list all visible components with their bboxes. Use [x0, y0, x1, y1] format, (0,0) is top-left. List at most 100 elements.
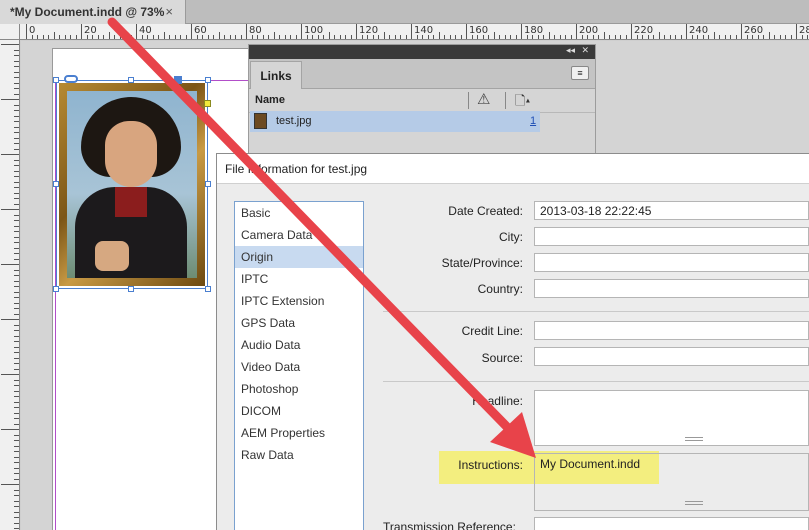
link-page-number[interactable]: 1 — [530, 115, 536, 127]
resize-handle-w[interactable] — [53, 181, 59, 187]
headline-field[interactable] — [534, 390, 809, 446]
ruler-tick — [521, 24, 522, 39]
ruler-tick — [631, 24, 632, 39]
resize-handle-n[interactable] — [128, 77, 134, 83]
close-icon[interactable]: × — [165, 4, 173, 19]
links-column-header: Name ⚠ 🗋▴ — [249, 89, 595, 113]
category-dicom[interactable]: DICOM — [235, 400, 363, 422]
source-field[interactable] — [534, 347, 809, 366]
instructions-field[interactable]: My Document.indd — [534, 453, 809, 511]
corner-options-handle[interactable] — [204, 100, 211, 107]
ruler-tick — [466, 24, 467, 39]
category-origin[interactable]: Origin — [235, 246, 363, 268]
portrait-face — [105, 121, 157, 187]
resize-handle-e[interactable] — [205, 181, 211, 187]
transmission-reference-field[interactable] — [534, 517, 809, 530]
ruler-tick — [400, 35, 401, 39]
document-tab[interactable]: *My Document.indd @ 73% × — [0, 0, 186, 24]
resize-handle-ne[interactable] — [205, 77, 211, 83]
dialog-titlebar[interactable]: File Information for test.jpg — [217, 154, 809, 184]
ruler-tick — [14, 280, 19, 282]
category-video-data[interactable]: Video Data — [235, 356, 363, 378]
resize-grip-icon[interactable] — [685, 437, 703, 441]
ruler-tick — [14, 346, 19, 348]
column-divider[interactable] — [468, 92, 469, 109]
category-iptc[interactable]: IPTC — [235, 268, 363, 290]
date-created-field[interactable] — [534, 201, 809, 220]
ruler-tick — [14, 231, 19, 232]
ruler-tick — [1, 319, 19, 320]
tab-links[interactable]: Links — [250, 61, 302, 89]
state-province-field[interactable] — [534, 253, 809, 272]
ruler-tick — [103, 35, 104, 39]
ruler-tick — [576, 24, 577, 39]
column-divider[interactable] — [505, 92, 506, 109]
category-photoshop[interactable]: Photoshop — [235, 378, 363, 400]
ruler-tick — [14, 500, 19, 502]
city-field[interactable] — [534, 227, 809, 246]
ruler-tick — [625, 35, 627, 39]
ruler-tick — [449, 35, 451, 39]
ruler-tick — [14, 379, 19, 381]
resize-handle-s[interactable] — [128, 286, 134, 292]
ruler-tick — [92, 35, 93, 39]
category-iptc-extension[interactable]: IPTC Extension — [235, 290, 363, 312]
ruler-tick — [14, 495, 19, 496]
ruler-tick — [427, 35, 429, 39]
resize-handle-sw[interactable] — [53, 286, 59, 292]
ruler-tick — [537, 35, 539, 39]
link-row[interactable]: test.jpg 1 — [250, 111, 540, 132]
horizontal-ruler[interactable]: 0204060801001201401601802002202402602803… — [20, 24, 809, 40]
ruler-tick — [14, 214, 19, 216]
credit-line-field[interactable] — [534, 321, 809, 340]
ruler-tick — [130, 35, 132, 39]
resize-grip-icon[interactable] — [685, 501, 703, 505]
ruler-tick — [169, 35, 170, 39]
category-gps-data[interactable]: GPS Data — [235, 312, 363, 334]
ruler-tick — [14, 489, 19, 491]
ruler-tick — [719, 35, 720, 39]
close-icon[interactable]: ✕ — [581, 45, 589, 56]
ruler-tick — [438, 32, 440, 39]
ruler-tick — [389, 35, 390, 39]
ruler-tick — [14, 363, 19, 364]
category-camera-data[interactable]: Camera Data — [235, 224, 363, 246]
ruler-tick — [295, 35, 297, 39]
ruler-tick — [708, 35, 709, 39]
ruler-tick — [614, 35, 616, 39]
link-badge-icon[interactable] — [64, 75, 78, 83]
ruler-tick — [730, 35, 731, 39]
ruler-tick — [345, 35, 346, 39]
ruler-tick — [14, 148, 19, 150]
ruler-corner[interactable] — [0, 24, 20, 40]
category-audio-data[interactable]: Audio Data — [235, 334, 363, 356]
content-grabber-icon[interactable] — [174, 76, 182, 84]
ruler-tick — [14, 115, 19, 117]
category-basic[interactable]: Basic — [235, 202, 363, 224]
ruler-tick — [686, 24, 687, 39]
column-name-header[interactable]: Name — [255, 94, 285, 106]
country-field[interactable] — [534, 279, 809, 298]
ruler-tick — [213, 35, 214, 39]
vertical-ruler[interactable] — [0, 40, 20, 530]
panel-menu-icon[interactable]: ≡ — [571, 66, 589, 80]
ruler-tick — [548, 32, 550, 39]
category-aem-properties[interactable]: AEM Properties — [235, 422, 363, 444]
ruler-tick — [14, 225, 19, 227]
ruler-tick — [658, 32, 660, 39]
ruler-tick — [14, 192, 19, 194]
ruler-tick — [37, 35, 38, 39]
ruler-tick — [653, 35, 654, 39]
ruler-tick — [14, 352, 19, 353]
resize-handle-nw[interactable] — [53, 77, 59, 83]
ruler-tick — [141, 35, 143, 39]
warning-icon[interactable]: ⚠ — [477, 90, 490, 108]
collapse-icon[interactable]: ◂◂ — [566, 45, 575, 56]
resize-handle-se[interactable] — [205, 286, 211, 292]
category-list: Basic Camera Data Origin IPTC IPTC Exten… — [234, 201, 364, 530]
ruler-tick — [14, 159, 19, 161]
placed-image-frame[interactable] — [53, 77, 211, 292]
ruler-tick — [763, 35, 764, 39]
ruler-tick — [411, 24, 412, 39]
category-raw-data[interactable]: Raw Data — [235, 444, 363, 466]
